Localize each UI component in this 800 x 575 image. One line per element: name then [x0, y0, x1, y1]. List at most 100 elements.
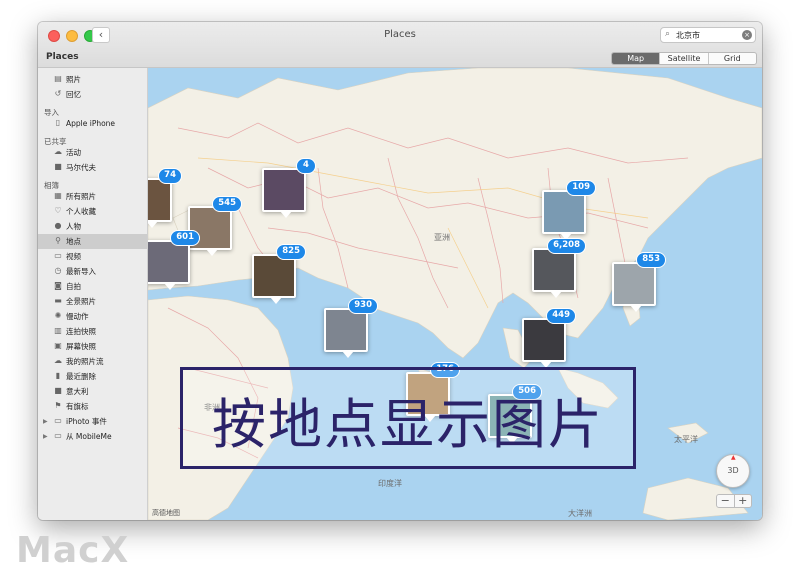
- photos-icon: ▤: [54, 74, 62, 83]
- compass-label: 3D: [727, 466, 739, 475]
- caption-text: 按地点显示图片: [212, 393, 604, 456]
- sidebar-item-label: 地点: [66, 237, 81, 246]
- sidebar-item[interactable]: ⚑ 有旗标: [38, 399, 147, 414]
- sidebar-item-label: iPhoto 事件: [66, 417, 107, 426]
- sidebar-item-label: 我的照片流: [66, 357, 104, 366]
- sidebar-item-label: 全景照片: [66, 297, 96, 306]
- map-label-asia: 亚洲: [434, 233, 450, 242]
- sidebar-header: Places: [46, 52, 79, 62]
- photo-count-badge: 853: [636, 252, 666, 268]
- photo-pin[interactable]: 74: [148, 168, 182, 228]
- sidebar-section-header: 相簿: [44, 181, 59, 190]
- search-input[interactable]: [676, 29, 740, 41]
- view-mode-grid-button[interactable]: Grid: [707, 53, 756, 64]
- view-mode-map-button[interactable]: Map: [612, 53, 660, 64]
- photo-pin[interactable]: 449: [522, 308, 576, 368]
- sidebar-item-label: 最近删除: [66, 372, 96, 381]
- pin-icon: ⚲: [55, 236, 61, 245]
- sidebar: ▤ 照片 ↺ 回忆 导入 ▯ Apple iPhone 已共享 ☁ 活动 ■ 马尔代夫 相簿 ▦ 所有照片 ♡…: [38, 68, 148, 520]
- zoom-in-button[interactable]: +: [734, 494, 752, 508]
- flag-icon: ⚑: [54, 401, 62, 410]
- title-bar: ‹ Places ⌕ × Places MapSatelliteGrid: [38, 22, 762, 68]
- all-photos-icon: ▦: [54, 191, 62, 200]
- watermark-logo: MacX: [16, 530, 130, 571]
- sidebar-item[interactable]: ▥ 连拍快照: [38, 324, 147, 339]
- window-title: Places: [384, 29, 416, 40]
- sidebar-item[interactable]: ▮ 最近删除: [38, 369, 147, 384]
- sidebar-item-label: 活动: [66, 148, 81, 157]
- compass-3d-button[interactable]: ▲ 3D: [716, 454, 750, 488]
- slowmo-icon: ✺: [54, 311, 62, 320]
- map-label-pacific: 太平洋: [674, 435, 698, 444]
- sidebar-item[interactable]: ▯ Apple iPhone: [38, 116, 147, 131]
- sidebar-item-label: 人物: [66, 222, 81, 231]
- iphone-icon: ▯: [55, 118, 61, 127]
- photo-count-badge: 6,208: [547, 238, 586, 254]
- person-icon: ●: [54, 221, 62, 230]
- sidebar-item[interactable]: ◷ 最新导入: [38, 264, 147, 279]
- photo-pin[interactable]: 930: [324, 298, 378, 358]
- photo-count-badge: 601: [170, 230, 200, 246]
- photo-count-badge: 4: [296, 158, 316, 174]
- sidebar-item[interactable]: ▭ 视频: [38, 249, 147, 264]
- cloud-icon: ☁: [54, 147, 62, 156]
- sidebar-item[interactable]: ♡ 个人收藏: [38, 204, 147, 219]
- folder-icon: ▭: [54, 416, 62, 425]
- sidebar-item[interactable]: ↺ 回忆: [38, 87, 147, 102]
- sidebar-item[interactable]: ■ 意大利: [38, 384, 147, 399]
- map-legal-text: 高德地图: [152, 509, 180, 517]
- sidebar-item[interactable]: ☁ 活动: [38, 145, 147, 160]
- sidebar-item[interactable]: ● 人物: [38, 219, 147, 234]
- camera-icon: ◙: [54, 281, 62, 290]
- screenshot-icon: ▣: [54, 341, 62, 350]
- photostream-icon: ☁: [54, 356, 62, 365]
- sidebar-item[interactable]: ▶ ▭ 从 MobileMe: [38, 429, 147, 444]
- view-mode-satellite-button[interactable]: Satellite: [659, 53, 707, 64]
- photo-count-badge: 930: [348, 298, 378, 314]
- sidebar-item-label: 所有照片: [66, 192, 96, 201]
- sidebar-section-header: 导入: [44, 108, 59, 117]
- sidebar-item-label: Apple iPhone: [66, 119, 116, 128]
- sidebar-item-label: 照片: [66, 75, 81, 84]
- sidebar-item[interactable]: ▶ ▭ iPhoto 事件: [38, 414, 147, 429]
- view-mode-control: Map Satellite Grid: [611, 52, 757, 65]
- sidebar-item-label: 个人收藏: [66, 207, 96, 216]
- photo-pin[interactable]: 6,208: [532, 238, 586, 298]
- magnifier-icon: ⌕: [665, 29, 671, 39]
- folder-icon: ▭: [54, 431, 62, 440]
- photo-pin[interactable]: 853: [612, 252, 666, 312]
- disclosure-triangle-icon[interactable]: ▶: [43, 429, 48, 444]
- album-thumb-icon: ■: [54, 386, 62, 395]
- caption-overlay: 按地点显示图片: [180, 367, 636, 469]
- sidebar-section-header: 已共享: [44, 137, 67, 146]
- sidebar-item-label: 慢动作: [66, 312, 89, 321]
- panorama-icon: ▬: [54, 296, 62, 305]
- sidebar-item[interactable]: ▦ 所有照片: [38, 189, 147, 204]
- trash-icon: ▮: [55, 371, 61, 380]
- map-label-indian-ocean: 印度洋: [378, 479, 402, 488]
- sidebar-item[interactable]: ▣ 屏幕快照: [38, 339, 147, 354]
- sidebar-item[interactable]: ▬ 全景照片: [38, 294, 147, 309]
- photo-pin[interactable]: 601: [148, 230, 200, 290]
- album-thumb-icon: ■: [54, 162, 62, 171]
- zoom-out-button[interactable]: −: [716, 494, 735, 508]
- search-field[interactable]: ⌕ ×: [660, 27, 756, 43]
- disclosure-triangle-icon[interactable]: ▶: [43, 414, 48, 429]
- photo-pin[interactable]: 825: [252, 244, 306, 304]
- sidebar-item[interactable]: ⚲ 地点: [38, 234, 147, 249]
- compass-needle-icon: ▲: [731, 454, 736, 461]
- photo-count-badge: 545: [212, 196, 242, 212]
- sidebar-item[interactable]: ◙ 自拍: [38, 279, 147, 294]
- video-icon: ▭: [54, 251, 62, 260]
- sidebar-item-label: 有旗标: [66, 402, 89, 411]
- sidebar-item-label: 自拍: [66, 282, 81, 291]
- heart-icon: ♡: [54, 206, 62, 215]
- sidebar-item[interactable]: ■ 马尔代夫: [38, 160, 147, 175]
- clear-search-icon[interactable]: ×: [742, 30, 752, 40]
- sidebar-item[interactable]: ▤ 照片: [38, 72, 147, 87]
- sidebar-item[interactable]: ☁ 我的照片流: [38, 354, 147, 369]
- photo-pin[interactable]: 4: [262, 158, 316, 218]
- sidebar-item[interactable]: ✺ 慢动作: [38, 309, 147, 324]
- photo-pin[interactable]: 109: [542, 180, 596, 240]
- sidebar-item-label: 回忆: [66, 90, 81, 99]
